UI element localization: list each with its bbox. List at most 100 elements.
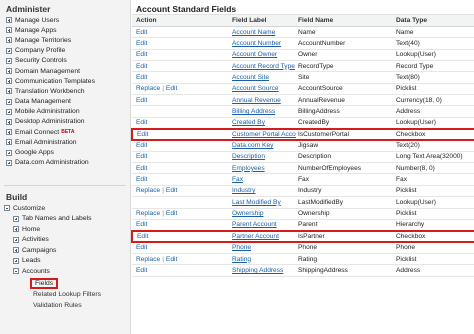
edit-link[interactable]: Edit — [136, 176, 147, 183]
expand-icon[interactable] — [6, 78, 12, 85]
field-label-link[interactable]: Account Record Type — [180, 60, 296, 73]
row-action-cell: Edit — [132, 60, 180, 73]
collapse-icon[interactable] — [4, 205, 10, 212]
field-label-link[interactable]: Annual Revenue — [180, 94, 296, 107]
sidebar-item-manage-territories[interactable]: Manage Territories — [0, 35, 130, 45]
expand-icon[interactable] — [13, 257, 19, 264]
expand-icon[interactable] — [13, 247, 19, 254]
sidebar-item-desktop-administration[interactable]: Desktop Administration — [0, 117, 130, 127]
sidebar-item-mobile-administration[interactable]: Mobile Administration — [0, 107, 130, 117]
expand-icon[interactable] — [6, 68, 12, 75]
field-label-link[interactable]: Customer Portal Account — [180, 127, 296, 141]
edit-link[interactable]: Edit — [166, 85, 177, 92]
field-label-link[interactable]: Last Modified By — [180, 196, 296, 209]
sidebar-item-validation-rules[interactable]: Validation Rules — [0, 300, 130, 311]
edit-link[interactable]: Edit — [136, 221, 147, 228]
field-label-link[interactable]: Industry — [180, 185, 296, 198]
field-label-link[interactable]: Account Owner — [180, 49, 296, 62]
expand-icon[interactable] — [6, 17, 12, 24]
field-label-link[interactable]: Parent Account — [180, 219, 296, 232]
edit-link[interactable]: Edit — [136, 40, 147, 47]
column-header-data-type[interactable]: Data Type — [394, 14, 474, 27]
sidebar-item-company-profile[interactable]: Company Profile — [0, 46, 130, 56]
field-label-link[interactable]: Partner Account — [180, 229, 296, 244]
edit-link[interactable]: Edit — [166, 210, 177, 217]
field-label-link[interactable]: Fax — [180, 173, 296, 186]
expand-icon[interactable] — [6, 37, 12, 44]
sidebar-item-google-apps[interactable]: Google Apps — [0, 147, 130, 157]
expand-icon[interactable] — [6, 88, 12, 95]
sidebar-item-data-management[interactable]: Data Management — [0, 97, 130, 107]
expand-icon[interactable] — [6, 47, 12, 54]
edit-link[interactable]: Edit — [136, 97, 147, 104]
edit-link[interactable]: Edit — [136, 267, 147, 274]
expand-icon[interactable] — [13, 226, 19, 233]
sidebar-item-fields[interactable]: Fields — [30, 277, 130, 290]
expand-icon[interactable] — [6, 139, 12, 146]
expand-icon[interactable] — [6, 98, 12, 105]
sidebar-item-manage-apps[interactable]: Manage Apps — [0, 25, 130, 35]
expand-icon[interactable] — [13, 236, 19, 243]
sidebar-item-home[interactable]: Home — [0, 224, 130, 235]
beta-badge: BETA — [61, 129, 75, 136]
edit-link[interactable]: Edit — [137, 131, 148, 138]
field-label-link[interactable]: Account Site — [180, 71, 296, 84]
sidebar-item-communication-templates[interactable]: Communication Templates — [0, 76, 130, 86]
standard-fields-table: Action Field Label Field Name Data Type … — [131, 14, 474, 277]
replace-link[interactable]: Replace — [136, 187, 160, 194]
sidebar-item-email-connect[interactable]: Email Connect BETA — [0, 127, 130, 137]
expand-icon[interactable] — [6, 118, 12, 125]
sidebar-item-tab-names-and-labels[interactable]: Tab Names and Labels — [0, 214, 130, 225]
edit-link[interactable]: Edit — [136, 63, 147, 70]
edit-link[interactable]: Edit — [136, 244, 147, 251]
replace-link[interactable]: Replace — [136, 85, 160, 92]
expand-icon[interactable] — [6, 57, 12, 64]
edit-link[interactable]: Edit — [136, 165, 147, 172]
expand-icon[interactable] — [6, 108, 12, 115]
edit-link[interactable]: Edit — [137, 233, 148, 240]
sidebar-item-accounts[interactable]: Accounts — [0, 266, 130, 277]
field-label-link[interactable]: Rating — [180, 253, 296, 266]
field-label-link[interactable]: Billing Address — [180, 105, 296, 118]
sidebar-item-leads[interactable]: Leads — [0, 256, 130, 267]
collapse-icon[interactable] — [13, 268, 19, 275]
edit-link[interactable]: Edit — [136, 51, 147, 58]
column-header-field-label[interactable]: Field Label — [180, 14, 296, 27]
column-header-field-name[interactable]: Field Name — [296, 14, 394, 27]
sidebar-item-domain-management[interactable]: Domain Management — [0, 66, 130, 76]
sidebar-item-email-administration[interactable]: Email Administration — [0, 137, 130, 147]
expand-icon[interactable] — [13, 215, 19, 222]
replace-link[interactable]: Replace — [136, 210, 160, 217]
field-label-link[interactable]: Phone — [180, 242, 296, 254]
field-label-link[interactable]: Shipping Address — [180, 264, 296, 277]
field-label-link[interactable]: Description — [180, 151, 296, 164]
expand-icon[interactable] — [6, 159, 12, 166]
field-label-link[interactable]: Data.com Key — [180, 139, 296, 152]
edit-link[interactable]: Edit — [136, 142, 147, 149]
edit-link[interactable]: Edit — [166, 256, 177, 263]
edit-link[interactable]: Edit — [136, 74, 147, 81]
expand-icon[interactable] — [6, 149, 12, 156]
field-label-link[interactable]: Employees — [180, 162, 296, 175]
field-label-link[interactable]: Account Number — [180, 37, 296, 50]
replace-link[interactable]: Replace — [136, 256, 160, 263]
sidebar-item-related-lookup-filters[interactable]: Related Lookup Filters — [0, 290, 130, 301]
expand-icon[interactable] — [6, 129, 12, 136]
sidebar-item-campaigns[interactable]: Campaigns — [0, 245, 130, 256]
sidebar-item-customize[interactable]: Customize — [0, 203, 130, 214]
sidebar-item-manage-users[interactable]: Manage Users — [0, 15, 130, 25]
edit-link[interactable]: Edit — [136, 153, 147, 160]
sidebar-item-security-controls[interactable]: Security Controls — [0, 56, 130, 66]
field-label-link[interactable]: Account Name — [180, 26, 296, 39]
field-label-link[interactable]: Created By — [180, 117, 296, 130]
sidebar-item-translation-workbench[interactable]: Translation Workbench — [0, 86, 130, 96]
sidebar-item-data-com-administration[interactable]: Data.com Administration — [0, 158, 130, 168]
expand-icon[interactable] — [6, 27, 12, 34]
field-label-link[interactable]: Account Source — [180, 83, 296, 96]
field-label-link[interactable]: Ownership — [180, 208, 296, 220]
edit-link[interactable]: Edit — [166, 187, 177, 194]
sidebar-item-activities[interactable]: Activities — [0, 235, 130, 246]
fields-highlight-box[interactable]: Fields — [30, 277, 59, 289]
edit-link[interactable]: Edit — [136, 119, 147, 126]
edit-link[interactable]: Edit — [136, 29, 147, 36]
